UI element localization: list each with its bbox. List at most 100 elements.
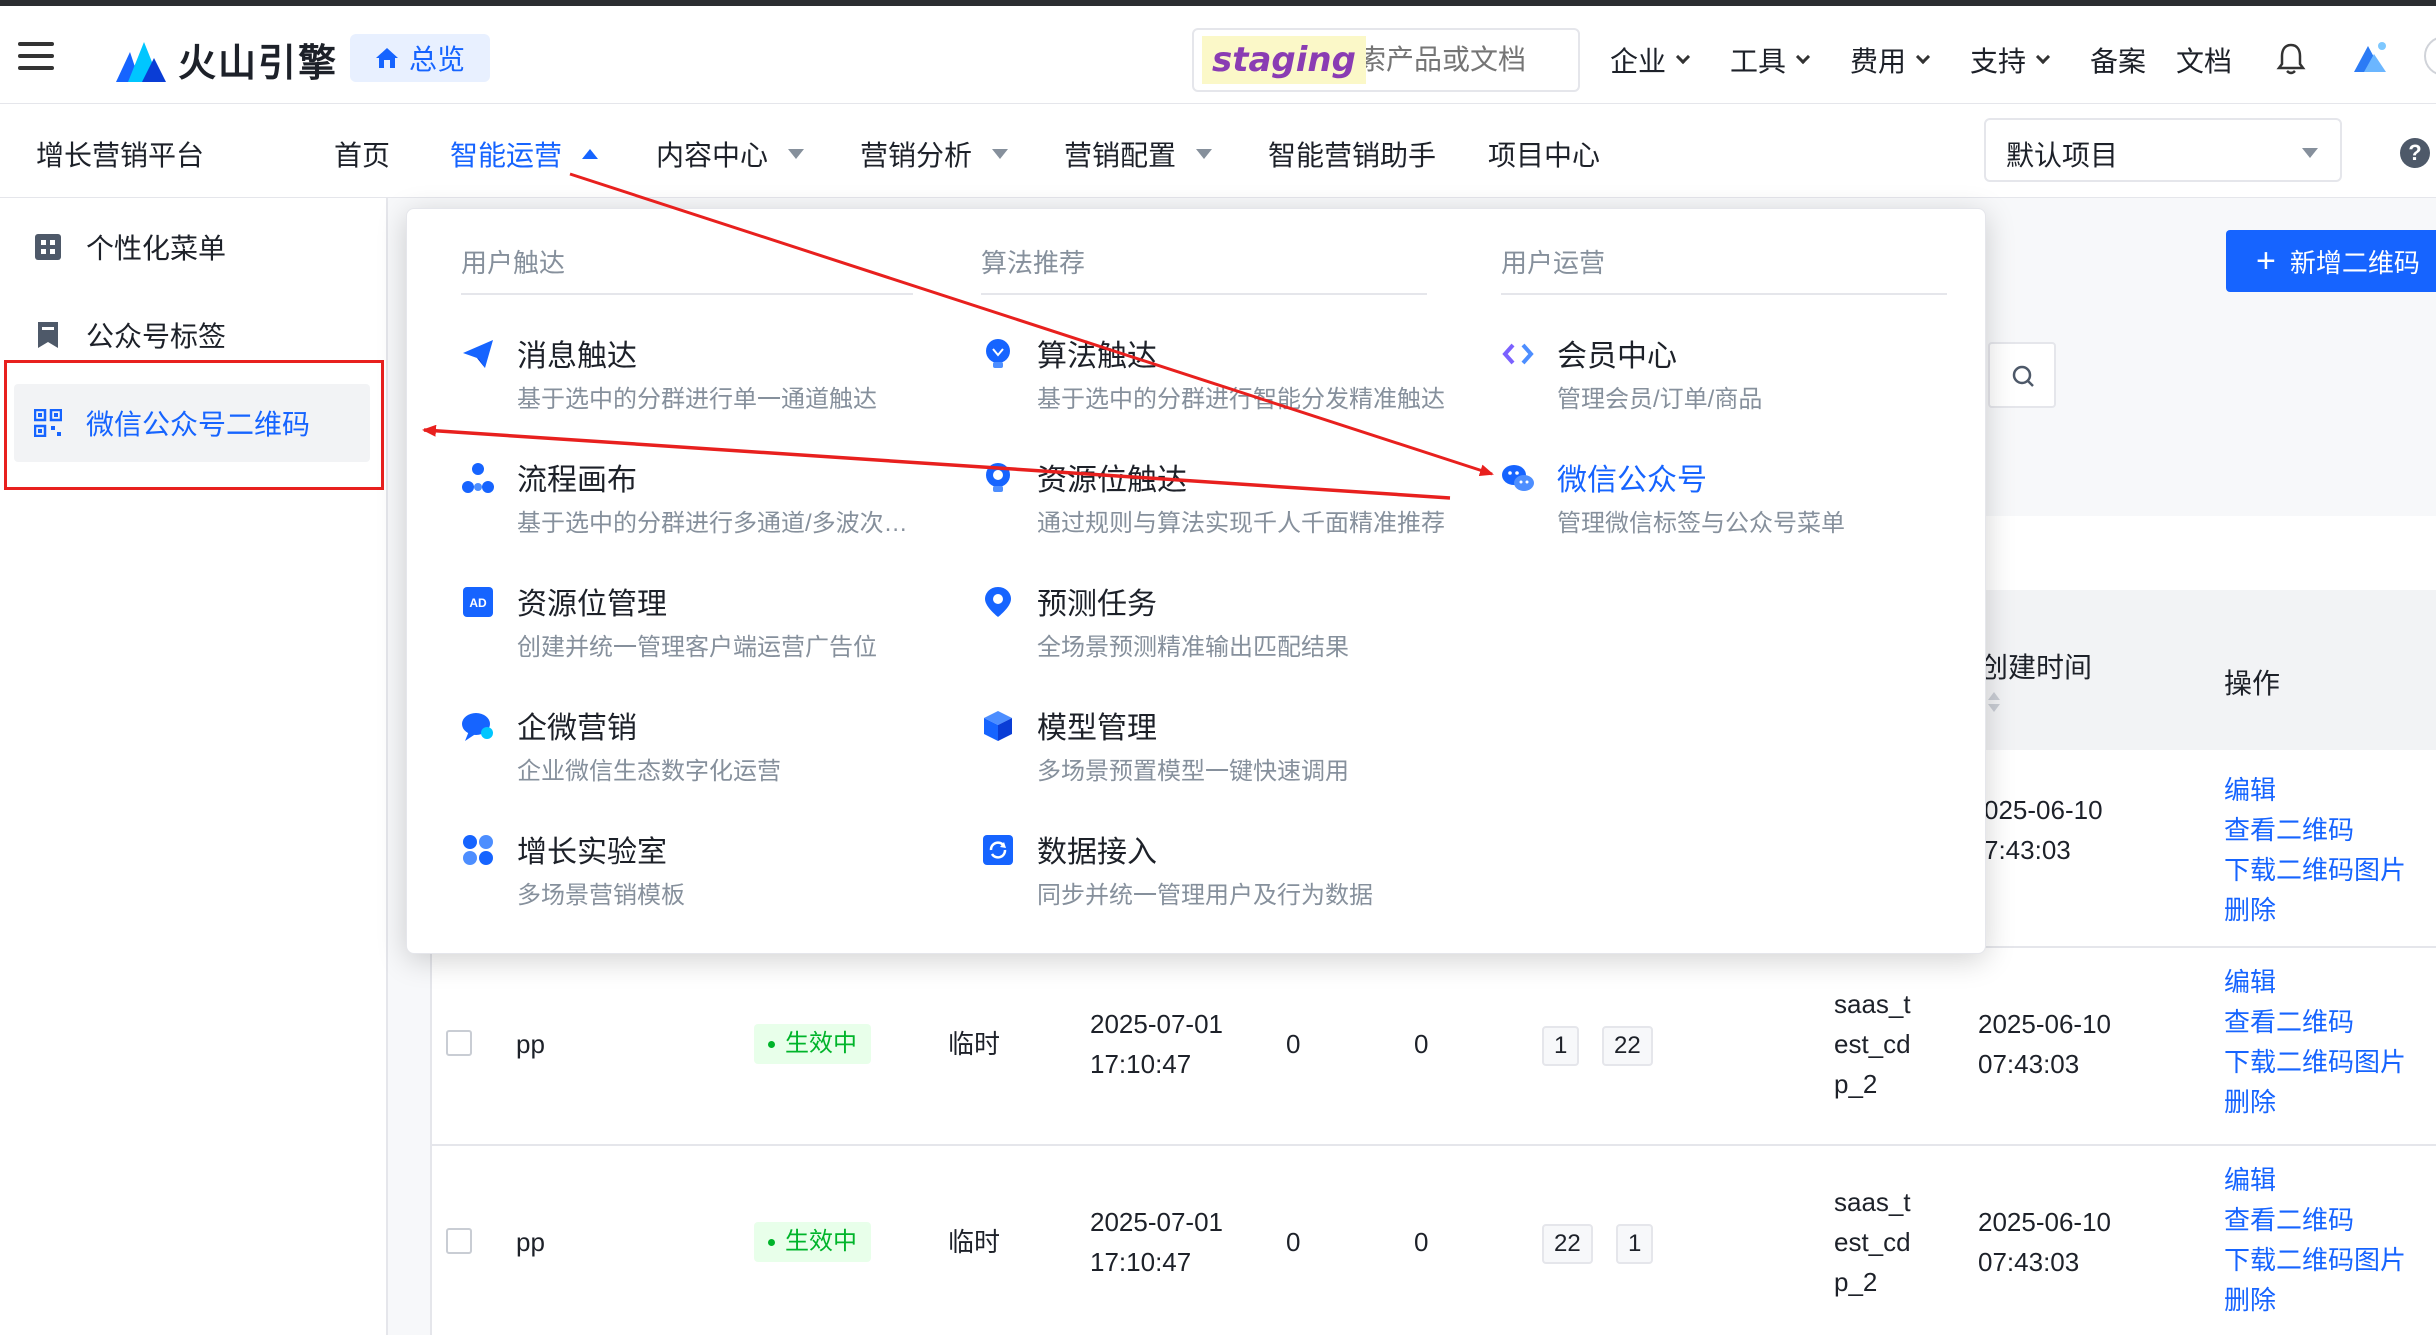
home-icon: [375, 48, 398, 68]
menu-item-model-management[interactable]: 模型管理 多场景预置模型一键快速调用: [981, 703, 1441, 803]
delete-link[interactable]: 删除: [2224, 890, 2406, 930]
menu-item-member-center[interactable]: 会员中心 管理会员/订单/商品: [1501, 331, 1961, 431]
delete-link[interactable]: 删除: [2224, 1280, 2406, 1320]
qrcode-name-link[interactable]: pp: [516, 1024, 545, 1064]
menu-item-wechat-official-account[interactable]: 微信公众号 管理微信标签与公众号菜单: [1501, 455, 1961, 555]
count-b: 0: [1414, 1227, 1429, 1257]
created-time: 025-06-10 7:43:03: [1984, 795, 2103, 865]
menu-icon[interactable]: [18, 42, 54, 70]
menu-item-flow-canvas[interactable]: 流程画布 基于选中的分群进行多通道/多波次触达: [461, 455, 927, 555]
row-checkbox[interactable]: [446, 1030, 472, 1056]
nav-billing[interactable]: 费用: [1850, 40, 1931, 80]
row-actions: 编辑 查看二维码 下载二维码图片 删除: [2224, 962, 2406, 1122]
view-qrcode-link[interactable]: 查看二维码: [2224, 1200, 2406, 1240]
edit-link[interactable]: 编辑: [2224, 1160, 2406, 1200]
caret-up-icon: [582, 149, 599, 159]
qrcode-name-link[interactable]: pp: [516, 1222, 545, 1262]
edit-link[interactable]: 编辑: [2224, 962, 2406, 1002]
chevron-down-icon: [1675, 49, 1691, 65]
menu-item-message-reach[interactable]: 消息触达 基于选中的分群进行单一通道触达: [461, 331, 921, 431]
nav-support[interactable]: 支持: [1970, 40, 2051, 80]
chat-bubble-icon: [462, 713, 493, 741]
ad-icon: AD: [463, 587, 493, 617]
created-time: 2025-06-10 07:43:03: [1978, 1009, 2111, 1079]
tab-marketing-assistant[interactable]: 智能营销助手: [1268, 134, 1436, 174]
sync-icon: [983, 835, 1013, 865]
tab-marketing-analysis[interactable]: 营销分析: [860, 134, 1009, 174]
sidebar-item-custom-menu[interactable]: 个性化菜单: [14, 208, 370, 286]
download-qrcode-link[interactable]: 下载二维码图片: [2224, 850, 2406, 890]
nav-enterprise[interactable]: 企业: [1610, 40, 1691, 80]
status-badge: 生效中: [754, 1024, 871, 1064]
menu-item-resource-slot-reach[interactable]: 资源位触达 通过规则与算法实现千人千面精准推荐: [981, 455, 1445, 555]
flow-nodes-icon: [462, 463, 494, 493]
grid-dots-icon: [463, 835, 493, 865]
platform-title: 增长营销平台: [36, 140, 205, 171]
tag-chip: 22: [1542, 1224, 1593, 1264]
table-row: pp 生效中 临时 2025-07-01 17:10:47 0 0 1 22 s…: [432, 948, 2436, 1146]
product-nav: 增长营销平台 首页 智能运营 内容中心 营销分析 营销配置 智能营销助手 项目中…: [0, 104, 2436, 198]
global-search[interactable]: staging: [1192, 28, 1580, 92]
tab-smart-operation[interactable]: 智能运营: [450, 134, 599, 174]
help-icon[interactable]: ?: [2400, 138, 2430, 168]
tab-marketing-config[interactable]: 营销配置: [1064, 134, 1213, 174]
cube-icon: [984, 711, 1012, 741]
brand-name: 火山引擎: [178, 43, 339, 85]
user-avatar-icon[interactable]: [2350, 38, 2390, 78]
caret-down-icon: [788, 149, 805, 159]
tag-chip: 1: [1616, 1224, 1654, 1264]
status-badge: 生效中: [754, 1222, 871, 1262]
volcano-logo-icon: [116, 41, 166, 82]
view-qrcode-link[interactable]: 查看二维码: [2224, 1002, 2406, 1042]
bulb-icon: [986, 339, 1010, 368]
header-created-time[interactable]: 创建时间: [1980, 646, 2092, 712]
tab-content-center[interactable]: 内容中心: [656, 134, 805, 174]
brand-logo[interactable]: 火山引擎: [116, 32, 338, 87]
member-icon: [1502, 343, 1534, 365]
tab-home[interactable]: 首页: [334, 134, 390, 174]
chevron-down-icon: [2035, 49, 2051, 65]
tag-chip: 1: [1542, 1026, 1580, 1066]
download-qrcode-link[interactable]: 下载二维码图片: [2224, 1042, 2406, 1082]
nav-docs[interactable]: 文档: [2176, 40, 2232, 80]
count-a: 0: [1286, 1029, 1301, 1059]
owner: saas_t est_cd p_2: [1834, 1187, 1911, 1297]
smart-operation-dropdown: 用户触达 消息触达 基于选中的分群进行单一通道触达 流程画布 基于选中的分群进行…: [406, 208, 1986, 954]
menu-item-growth-lab[interactable]: 增长实验室 多场景营销模板: [461, 827, 921, 927]
project-select[interactable]: 默认项目: [1984, 118, 2342, 182]
target-icon: [986, 463, 1010, 492]
row-checkbox[interactable]: [446, 1228, 472, 1254]
assistant-icon[interactable]: [2424, 36, 2436, 76]
row-actions: 编辑 查看二维码 下载二维码图片 删除: [2224, 770, 2406, 930]
column-divider: [1501, 293, 1947, 295]
tab-project-center[interactable]: 项目中心: [1488, 134, 1600, 174]
menu-item-data-ingestion[interactable]: 数据接入 同步并统一管理用户及行为数据: [981, 827, 1441, 927]
count-a: 0: [1286, 1227, 1301, 1257]
created-time: 2025-06-10 07:43:03: [1978, 1207, 2111, 1277]
svg-text:AD: AD: [469, 596, 487, 610]
table-search-button[interactable]: [1988, 342, 2056, 408]
menu-grid-icon: [35, 234, 61, 260]
delete-link[interactable]: 删除: [2224, 1082, 2406, 1122]
view-qrcode-link[interactable]: 查看二维码: [2224, 810, 2406, 850]
menu-item-prediction-task[interactable]: 预测任务 全场景预测精准输出匹配结果: [981, 579, 1441, 679]
caret-down-icon: [992, 149, 1009, 159]
bell-icon[interactable]: [2276, 42, 2306, 76]
menu-item-algo-reach[interactable]: 算法触达 基于选中的分群进行智能分发精准触达: [981, 331, 1445, 431]
search-input[interactable]: [1330, 42, 1570, 78]
menu-item-wecom-marketing[interactable]: 企微营销 企业微信生态数字化运营: [461, 703, 921, 803]
column-title-user-operation: 用户运营: [1501, 248, 1606, 278]
tag-chip: 22: [1602, 1026, 1653, 1066]
menu-item-ad-slot-management[interactable]: AD 资源位管理 创建并统一管理客户端运营广告位: [461, 579, 921, 679]
sort-icon[interactable]: [1984, 688, 2004, 720]
nav-tools[interactable]: 工具: [1730, 40, 1811, 80]
nav-filing[interactable]: 备案: [2090, 40, 2146, 80]
column-divider: [981, 293, 1427, 295]
location-icon: [985, 587, 1011, 617]
overview-button[interactable]: 总览: [350, 34, 490, 82]
status-dot: [768, 1239, 775, 1247]
download-qrcode-link[interactable]: 下载二维码图片: [2224, 1240, 2406, 1280]
edit-link[interactable]: 编辑: [2224, 770, 2406, 810]
caret-down-icon: [2302, 148, 2318, 158]
add-qrcode-button[interactable]: + 新增二维码: [2226, 230, 2436, 292]
